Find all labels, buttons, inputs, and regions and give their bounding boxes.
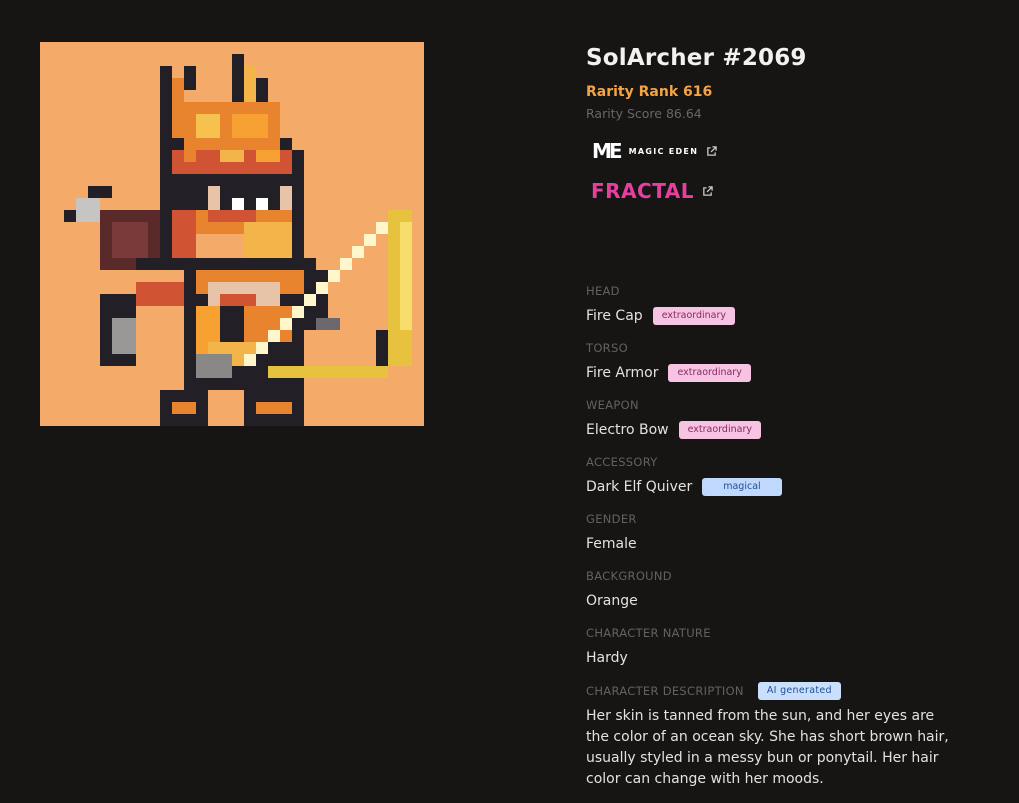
trait-label: CHARACTER DESCRIPTION bbox=[586, 684, 744, 698]
trait-gender: GENDER Female bbox=[586, 511, 966, 568]
trait-label: HEAD bbox=[586, 284, 620, 298]
trait-background: BACKGROUND Orange bbox=[586, 568, 966, 625]
trait-label: ACCESSORY bbox=[586, 455, 658, 469]
rarity-score: Rarity Score 86.64 bbox=[586, 106, 702, 121]
nft-artwork bbox=[40, 42, 424, 426]
rarity-badge: extraordinary bbox=[652, 307, 736, 325]
magic-eden-logo-mark: ME bbox=[592, 139, 623, 163]
trait-label: CHARACTER NATURE bbox=[586, 626, 711, 640]
rarity-badge: extraordinary bbox=[668, 364, 751, 382]
trait-value: Hardy bbox=[586, 650, 628, 666]
marketplace-links: ME MAGIC EDEN FRACTAL bbox=[586, 138, 986, 204]
trait-label: BACKGROUND bbox=[586, 569, 672, 583]
traits-list: HEAD Fire Cap extraordinary TORSO Fire A… bbox=[586, 283, 966, 790]
trait-character-description: CHARACTER DESCRIPTION AI generated Her s… bbox=[586, 682, 966, 790]
trait-value: Dark Elf Quiver bbox=[586, 479, 693, 495]
fractal-wordmark: FRACTAL bbox=[591, 179, 695, 203]
trait-value: Electro Bow bbox=[586, 422, 669, 438]
rarity-rank: Rarity Rank 616 bbox=[586, 84, 713, 100]
ai-generated-badge: AI generated bbox=[757, 682, 841, 700]
trait-character-nature: CHARACTER NATURE Hardy bbox=[586, 625, 966, 682]
trait-head: HEAD Fire Cap extraordinary bbox=[586, 283, 966, 340]
trait-torso: TORSO Fire Armor extraordinary bbox=[586, 340, 966, 397]
archer-pixel-art bbox=[40, 42, 424, 426]
rarity-badge: extraordinary bbox=[678, 421, 761, 439]
rarity-badge: magical bbox=[702, 478, 782, 496]
magic-eden-link[interactable]: ME MAGIC EDEN bbox=[592, 138, 986, 164]
trait-value: Female bbox=[586, 536, 637, 552]
trait-weapon: WEAPON Electro Bow extraordinary bbox=[586, 397, 966, 454]
trait-label: TORSO bbox=[586, 341, 628, 355]
trait-value: Fire Armor bbox=[586, 365, 659, 381]
nft-info-panel: SolArcher #2069 Rarity Rank 616 Rarity S… bbox=[586, 40, 986, 204]
nft-title: SolArcher #2069 bbox=[586, 45, 807, 71]
external-link-icon bbox=[707, 145, 717, 156]
trait-value: Fire Cap bbox=[586, 308, 643, 324]
trait-label: WEAPON bbox=[586, 398, 639, 412]
trait-accessory: ACCESSORY Dark Elf Quiver magical bbox=[586, 454, 966, 511]
external-link-icon bbox=[703, 185, 713, 196]
trait-label: GENDER bbox=[586, 512, 637, 526]
character-description-text: Her skin is tanned from the sun, and her… bbox=[586, 708, 949, 787]
magic-eden-wordmark: MAGIC EDEN bbox=[628, 146, 699, 156]
trait-value: Orange bbox=[586, 593, 638, 609]
fractal-link[interactable]: FRACTAL bbox=[591, 178, 986, 204]
